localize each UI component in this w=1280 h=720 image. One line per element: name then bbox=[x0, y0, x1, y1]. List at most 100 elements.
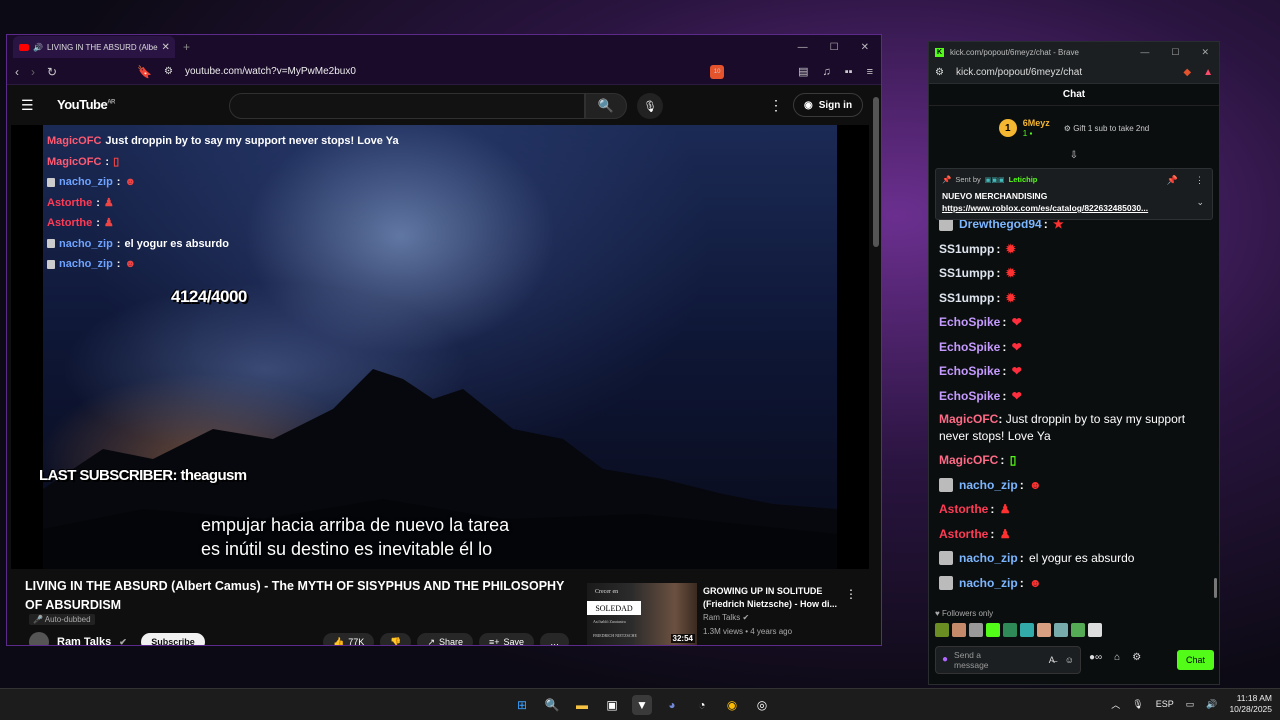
pinned-link[interactable]: https://www.roblox.com/es/catalog/822632… bbox=[942, 203, 1192, 213]
chat-username[interactable]: EchoSpike bbox=[939, 335, 1000, 360]
search-button[interactable]: 🔍 bbox=[585, 93, 627, 119]
search-input[interactable] bbox=[229, 93, 585, 119]
new-tab-button[interactable]: + bbox=[183, 40, 190, 54]
more-actions-button[interactable]: … bbox=[540, 633, 570, 645]
channel-info[interactable]: Ram Talks ✔ bbox=[29, 632, 127, 645]
reader-mode-icon[interactable]: ▤ bbox=[798, 65, 808, 78]
tab-youtube[interactable]: 🔊 LIVING IN THE ABSURD (Albe ✕ bbox=[13, 36, 175, 58]
pinned-menu-icon[interactable]: ⋮ bbox=[1195, 175, 1204, 186]
chat-username[interactable]: SS1umpp bbox=[939, 237, 994, 262]
chat-message-input[interactable]: ● Send a message A̶ ☺ bbox=[935, 646, 1081, 674]
dislike-button[interactable]: 👎 bbox=[380, 633, 412, 645]
save-button[interactable]: ≡+ Save bbox=[479, 633, 535, 645]
emote-icon[interactable] bbox=[1020, 623, 1034, 637]
windows-start-icon[interactable]: ⊞ bbox=[512, 695, 532, 715]
share-button[interactable]: ↗ Share bbox=[417, 633, 474, 645]
hamburger-menu-icon[interactable]: ☰ bbox=[21, 97, 34, 114]
emote-icon[interactable] bbox=[1071, 623, 1085, 637]
url-field[interactable]: youtube.com/watch?v=MyPwMe2bux0 bbox=[185, 66, 356, 77]
recommended-video-title[interactable]: GROWING UP IN SOLITUDE (Friedrich Nietzs… bbox=[703, 585, 841, 611]
voice-search-button[interactable]: 🎙 bbox=[637, 93, 663, 119]
chevron-down-icon[interactable]: ⌄ bbox=[1196, 197, 1204, 208]
emote-icon[interactable] bbox=[986, 623, 1000, 637]
chat-username[interactable]: MagicOFC bbox=[939, 412, 998, 426]
site-settings-icon[interactable]: ⚙ bbox=[164, 66, 173, 77]
chat-username[interactable]: EchoSpike bbox=[939, 384, 1000, 409]
chat-username[interactable]: nacho_zip bbox=[959, 473, 1018, 498]
language-indicator[interactable]: ESP bbox=[1156, 699, 1174, 709]
chat-username[interactable]: Astorthe bbox=[939, 522, 988, 547]
volume-icon[interactable]: 🔊 bbox=[1206, 699, 1217, 710]
store-icon[interactable]: ⌂ bbox=[1114, 652, 1120, 663]
menu-icon[interactable]: ≡ bbox=[867, 66, 873, 78]
mic-tray-icon[interactable]: 🎙 bbox=[1132, 699, 1143, 710]
channel-avatar[interactable] bbox=[29, 632, 49, 645]
chat-username[interactable]: SS1umpp bbox=[939, 261, 994, 286]
recommended-video-thumbnail[interactable]: Crecer en SOLEDAD Así habló Zaratustra F… bbox=[587, 583, 697, 645]
network-icon[interactable]: ▭ bbox=[1186, 699, 1195, 710]
extension-icon[interactable]: ▪▪ bbox=[845, 66, 853, 78]
maximize-icon[interactable]: ☐ bbox=[830, 42, 839, 53]
close-window-icon[interactable]: ✕ bbox=[861, 42, 869, 53]
clock[interactable]: 11:18 AM 10/28/2025 bbox=[1229, 693, 1272, 715]
app-github-icon[interactable]: ◔ bbox=[692, 695, 712, 715]
forward-icon[interactable]: › bbox=[31, 65, 35, 79]
subscribe-button[interactable]: Subscribe bbox=[141, 633, 205, 645]
video-player[interactable]: MagicOFC Just droppin by to say my suppo… bbox=[11, 125, 869, 569]
media-icon[interactable]: ♫ bbox=[823, 66, 831, 78]
chrome-icon[interactable]: ◉ bbox=[722, 695, 742, 715]
maximize-icon[interactable]: ☐ bbox=[1171, 47, 1179, 58]
translate-icon[interactable]: A̶ bbox=[1049, 655, 1055, 665]
back-icon[interactable]: ‹ bbox=[15, 65, 19, 79]
recommended-channel[interactable]: Ram Talks ✔ bbox=[703, 613, 749, 622]
chat-username[interactable]: MagicOFC bbox=[939, 448, 998, 473]
page-scrollbar[interactable] bbox=[873, 97, 879, 643]
minimize-icon[interactable]: — bbox=[1140, 47, 1149, 58]
emote-icon[interactable] bbox=[969, 623, 983, 637]
send-chat-button[interactable]: Chat bbox=[1177, 650, 1214, 670]
sign-in-button[interactable]: ◉ Sign in bbox=[793, 93, 864, 117]
app-icon[interactable]: ▼ bbox=[632, 695, 652, 715]
emoji-icon[interactable]: ☺ bbox=[1065, 655, 1074, 665]
emote-icon[interactable] bbox=[1003, 623, 1017, 637]
emote-icon[interactable] bbox=[935, 623, 949, 637]
like-button[interactable]: 👍 77K bbox=[323, 633, 375, 645]
emote-icon[interactable] bbox=[1037, 623, 1051, 637]
discord-icon[interactable]: ◕ bbox=[662, 695, 682, 715]
obs-icon[interactable]: ◎ bbox=[752, 695, 772, 715]
youtube-logo[interactable]: YouTubeAR bbox=[57, 97, 115, 112]
chat-username[interactable]: SS1umpp bbox=[939, 286, 994, 311]
close-window-icon[interactable]: ✕ bbox=[1201, 47, 1209, 58]
gift-leaderboard[interactable]: 1 6Meyz 1 ▪ ⚙ Gift 1 sub to take 2nd bbox=[929, 106, 1219, 150]
channel-name[interactable]: Ram Talks bbox=[57, 636, 111, 645]
chat-username[interactable]: EchoSpike bbox=[939, 359, 1000, 384]
show-hidden-icons[interactable]: ︿ bbox=[1111, 698, 1120, 711]
scrollbar-thumb[interactable] bbox=[873, 97, 879, 247]
kicks-icon[interactable]: ●∞ bbox=[1089, 652, 1102, 663]
emote-icon[interactable] bbox=[1088, 623, 1102, 637]
bookmark-icon[interactable]: 🔖 bbox=[137, 65, 152, 79]
recommended-more-icon[interactable]: ⋮ bbox=[845, 587, 857, 601]
minimize-icon[interactable]: — bbox=[798, 42, 808, 53]
brave-shields-icon[interactable]: ◆ bbox=[1183, 67, 1191, 78]
pinned-message[interactable]: 📌 Sent by ▣▣▣ Letichip NUEVO MERCHANDISI… bbox=[935, 168, 1213, 220]
reload-icon[interactable]: ↻ bbox=[47, 65, 57, 79]
chat-scrollbar[interactable] bbox=[1214, 578, 1217, 598]
expand-chevron-icon[interactable]: ⇩ bbox=[929, 150, 1219, 164]
chat-username[interactable]: nacho_zip bbox=[959, 546, 1018, 571]
chat-username[interactable]: nacho_zip bbox=[959, 571, 1018, 596]
mic-icon[interactable]: ● bbox=[942, 655, 948, 665]
chat-username[interactable]: EchoSpike bbox=[939, 310, 1000, 335]
brave-rewards-icon[interactable]: ▲ bbox=[1203, 67, 1213, 78]
settings-gear-icon[interactable]: ⚙ bbox=[1132, 652, 1141, 663]
emote-icon[interactable] bbox=[1054, 623, 1068, 637]
chat-username[interactable]: Astorthe bbox=[939, 497, 988, 522]
kick-url-field[interactable]: kick.com/popout/6meyz/chat bbox=[956, 67, 1082, 78]
pin-icon[interactable]: 📌 bbox=[1167, 175, 1178, 186]
brave-shields-icon[interactable]: 10 bbox=[710, 64, 725, 79]
emote-icon[interactable] bbox=[952, 623, 966, 637]
site-settings-icon[interactable]: ⚙ bbox=[935, 67, 944, 78]
file-explorer-icon[interactable]: ▬ bbox=[572, 695, 592, 715]
store-icon[interactable]: ▣ bbox=[602, 695, 622, 715]
close-tab-icon[interactable]: ✕ bbox=[162, 42, 170, 53]
